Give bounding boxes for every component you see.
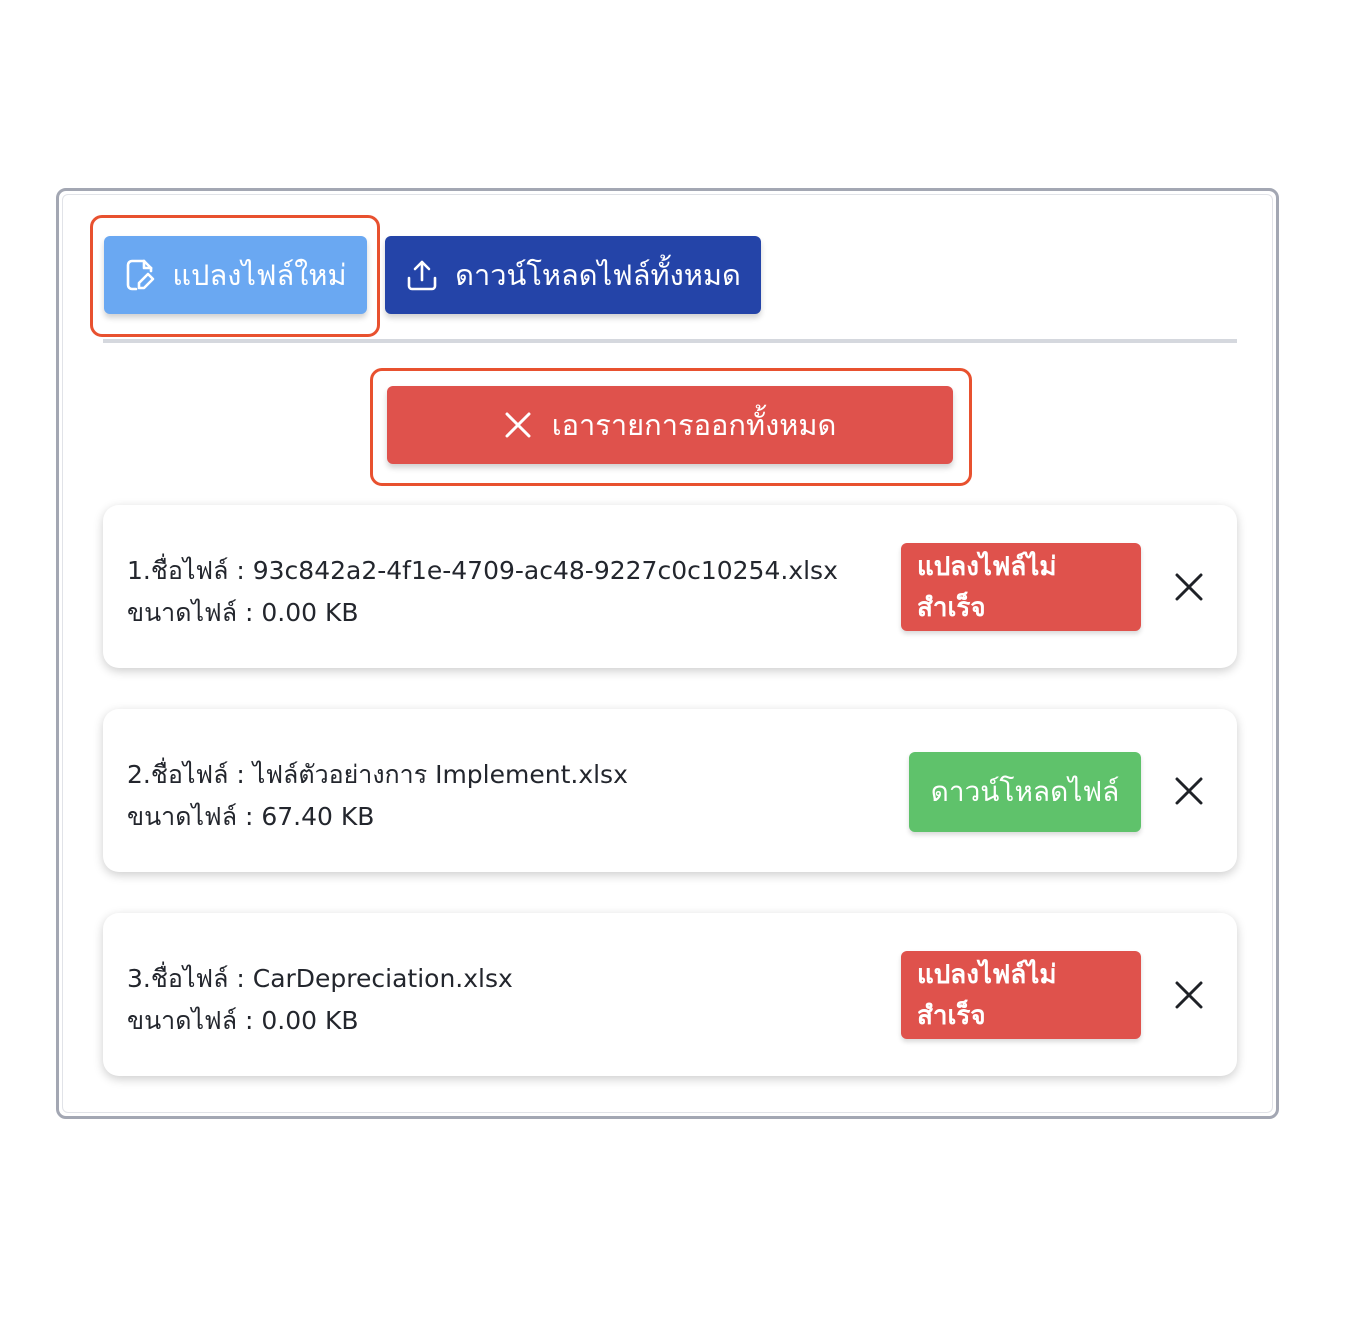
download-all-label: ดาวน์โหลดไฟล์ทั้งหมด bbox=[455, 258, 741, 292]
download-file-button[interactable]: ดาวน์โหลดไฟล์ bbox=[909, 752, 1141, 832]
convert-failed-button[interactable]: แปลงไฟล์ไม่สำเร็จ bbox=[901, 543, 1141, 631]
convert-failed-button[interactable]: แปลงไฟล์ไม่สำเร็จ bbox=[901, 951, 1141, 1039]
new-convert-label: แปลงไฟล์ใหม่ bbox=[172, 258, 347, 292]
file-card: 1.ชื่อไฟล์ : 93c842a2-4f1e-4709-ac48-922… bbox=[103, 505, 1237, 668]
new-convert-button[interactable]: แปลงไฟล์ใหม่ bbox=[104, 236, 367, 314]
file-name: 2.ชื่อไฟล์ : ไฟล์ตัวอย่างการ Implement.x… bbox=[127, 760, 628, 789]
clear-all-button[interactable]: เอารายการออกทั้งหมด bbox=[387, 386, 953, 464]
toolbar-divider bbox=[103, 339, 1237, 343]
file-name: 1.ชื่อไฟล์ : 93c842a2-4f1e-4709-ac48-922… bbox=[127, 556, 838, 585]
file-card: 2.ชื่อไฟล์ : ไฟล์ตัวอย่างการ Implement.x… bbox=[103, 709, 1237, 872]
file-name: 3.ชื่อไฟล์ : CarDepreciation.xlsx bbox=[127, 964, 513, 993]
close-icon[interactable] bbox=[1175, 573, 1203, 601]
file-size: ขนาดไฟล์ : 0.00 KB bbox=[127, 598, 359, 627]
close-icon[interactable] bbox=[1175, 777, 1203, 805]
download-all-button[interactable]: ดาวน์โหลดไฟล์ทั้งหมด bbox=[385, 236, 761, 314]
upload-icon bbox=[407, 260, 437, 291]
edit-file-icon bbox=[127, 259, 155, 291]
file-size: ขนาดไฟล์ : 67.40 KB bbox=[127, 802, 375, 831]
close-icon[interactable] bbox=[1175, 981, 1203, 1009]
clear-all-label: เอารายการออกทั้งหมด bbox=[551, 408, 837, 442]
close-icon bbox=[505, 412, 531, 438]
file-size: ขนาดไฟล์ : 0.00 KB bbox=[127, 1006, 359, 1035]
file-card: 3.ชื่อไฟล์ : CarDepreciation.xlsx ขนาดไฟ… bbox=[103, 913, 1237, 1076]
